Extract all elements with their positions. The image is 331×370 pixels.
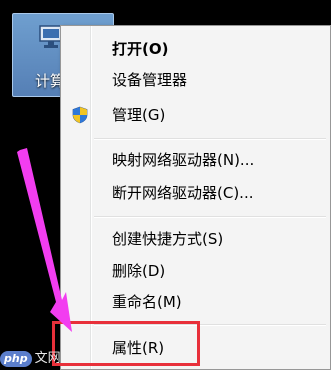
menu-item-label: 设备管理器: [112, 71, 188, 89]
menu-item-label: 创建快捷方式(S): [112, 230, 224, 248]
watermark-badge: php: [0, 351, 32, 367]
menu-item-label: 映射网络驱动器(N)...: [112, 151, 255, 169]
context-menu: 打开(O) 设备管理器 管理(G) 映射网络驱动器(N)... 断开网络驱动器(…: [60, 25, 331, 370]
menu-item-label: 重命名(M): [112, 293, 182, 311]
menu-item-disconnect-network-drive[interactable]: 断开网络驱动器(C)...: [63, 178, 328, 208]
watermark-text: 文网: [34, 351, 61, 366]
desktop: 计算 打开(O) 设备管理器 管理(G) 映射网络驱动器(N)... 断开网络驱…: [0, 0, 331, 370]
menu-item-map-network-drive[interactable]: 映射网络驱动器(N)...: [63, 145, 328, 175]
menu-separator: [94, 138, 326, 140]
menu-item-delete[interactable]: 删除(D): [63, 256, 328, 286]
menu-item-open[interactable]: 打开(O): [63, 34, 328, 64]
menu-separator: [94, 216, 326, 218]
menu-item-manage[interactable]: 管理(G): [63, 100, 328, 130]
menu-item-label: 管理(G): [112, 106, 166, 124]
menu-item-label: 断开网络驱动器(C)...: [112, 184, 254, 202]
menu-item-label: 删除(D): [112, 262, 166, 280]
watermark: php 文网: [0, 347, 61, 367]
menu-item-label: 打开(O): [112, 40, 169, 58]
properties-highlight-box: [52, 321, 200, 366]
uac-shield-icon: [72, 106, 88, 124]
menu-item-create-shortcut[interactable]: 创建快捷方式(S): [63, 224, 328, 254]
menu-item-rename[interactable]: 重命名(M): [63, 287, 328, 317]
menu-item-device-manager[interactable]: 设备管理器: [63, 65, 328, 95]
